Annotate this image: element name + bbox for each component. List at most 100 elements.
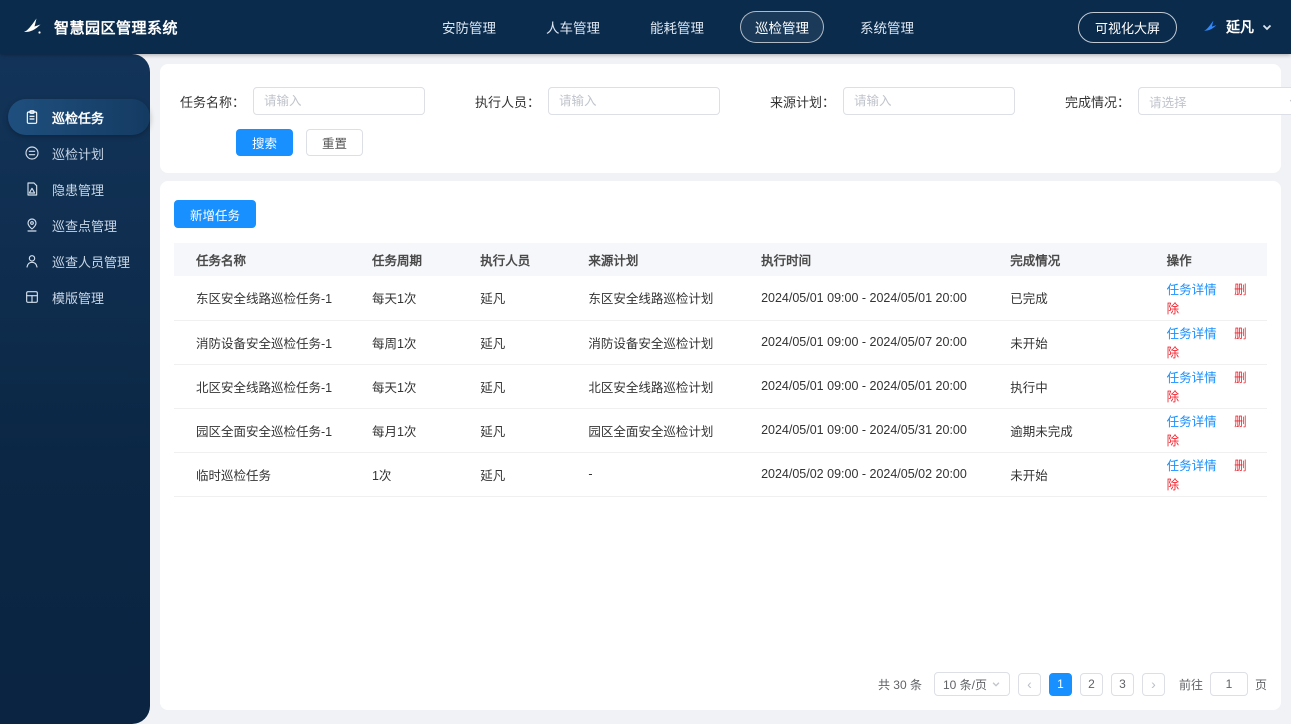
chevron-down-icon [992,682,1000,687]
page-size-value: 10 条/页 [942,677,987,692]
col-status: 完成情况 [1000,243,1157,276]
cell-actions: 任务详情 删除 [1156,452,1267,497]
sidebar-item-label: 巡检计划 [52,146,105,162]
cell-executor: 延凡 [470,364,579,409]
task-detail-link[interactable]: 任务详情 [1167,415,1217,429]
pagination-goto: 前往 页 [1179,672,1267,696]
user-avatar-icon [1204,20,1217,31]
nav-energy[interactable]: 能耗管理 [636,12,718,42]
cell-status: 已完成 [1000,276,1157,321]
page-size-select[interactable]: 10 条/页 [933,672,1010,696]
sidebar-item-inspection-plan[interactable]: 巡检计划 [8,135,150,171]
cell-source-plan: 东区安全线路巡检计划 [578,276,752,321]
main-content: 任务名称： 执行人员： 来源计划： 完成情况： 请选择 [150,54,1291,724]
topbar: 智慧园区管理系统 安防管理 人车管理 能耗管理 巡检管理 系统管理 可视化大屏 … [0,0,1291,54]
table-row: 东区安全线路巡检任务-1 每天1次 延凡 东区安全线路巡检计划 2024/05/… [174,276,1267,321]
task-detail-link[interactable]: 任务详情 [1167,459,1217,473]
brand-logo-icon [24,18,41,34]
topbar-right: 可视化大屏 延凡 [1077,0,1273,54]
personnel-icon [26,255,38,268]
sidebar-item-label: 巡查点管理 [52,218,118,234]
hazard-icon [27,182,38,196]
brand: 智慧园区管理系统 [20,15,178,39]
cell-source-plan: 消防设备安全巡检计划 [578,320,752,365]
table-row: 园区全面安全巡检任务-1 每月1次 延凡 园区全面安全巡检计划 2024/05/… [174,408,1267,453]
cell-status: 执行中 [1000,364,1157,409]
sidebar-item-hazard-management[interactable]: 隐患管理 [8,171,150,207]
task-name-label: 任务名称： [180,94,246,110]
sidebar-item-label: 模版管理 [52,290,105,306]
reset-button[interactable]: 重置 [306,129,364,156]
visual-screen-button[interactable]: 可视化大屏 [1077,11,1177,43]
app-title: 智慧园区管理系统 [54,19,179,37]
goto-unit-label: 页 [1254,677,1267,692]
page-button-3[interactable]: 3 [1110,672,1134,696]
cell-task-name: 临时巡检任务 [174,452,362,497]
cell-actions: 任务详情 删除 [1156,364,1267,409]
col-source-plan: 来源计划 [578,243,752,276]
cell-task-name: 东区安全线路巡检任务-1 [174,276,362,321]
completion-label: 完成情况： [1065,94,1131,110]
cell-task-cycle: 每周1次 [361,320,471,365]
filter-panel: 任务名称： 执行人员： 来源计划： 完成情况： 请选择 [160,64,1291,173]
task-detail-link[interactable]: 任务详情 [1167,283,1217,297]
nav-people-vehicle[interactable]: 人车管理 [532,12,614,42]
prev-page-button[interactable]: ‹ [1017,672,1041,696]
nav-security[interactable]: 安防管理 [428,12,510,42]
task-table-panel: 新增任务 任务名称 任务周期 执行人员 来源计划 执行时间 完成情况 操作 东区… [160,181,1281,710]
cell-actions: 任务详情 删除 [1156,276,1267,321]
cell-executor: 延凡 [470,276,579,321]
chevron-down-icon [1262,24,1272,31]
col-exec-time: 执行时间 [751,243,1001,276]
add-task-button[interactable]: 新增任务 [174,200,257,228]
task-detail-link[interactable]: 任务详情 [1167,371,1217,385]
user-menu[interactable]: 延凡 [1201,17,1273,37]
sidebar-item-inspection-personnel[interactable]: 巡查人员管理 [8,243,150,279]
sidebar: 巡检任务 巡检计划 隐患管理 巡查点管理 巡查人员管理 模版管理 [0,54,150,724]
cell-task-name: 园区全面安全巡检任务-1 [174,408,362,453]
nav-inspection[interactable]: 巡检管理 [740,11,824,43]
cell-status: 逾期未完成 [1000,408,1157,453]
cell-status: 未开始 [1000,320,1157,365]
cell-exec-time: 2024/05/01 09:00 - 2024/05/07 20:00 [751,320,1001,365]
task-detail-link[interactable]: 任务详情 [1167,327,1217,341]
cell-task-name: 北区安全线路巡检任务-1 [174,364,362,409]
page-button-2[interactable]: 2 [1079,672,1103,696]
cell-source-plan: 北区安全线路巡检计划 [578,364,752,409]
next-page-button[interactable]: › [1141,672,1165,696]
cell-executor: 延凡 [470,452,579,497]
task-name-input[interactable] [253,87,426,115]
col-task-cycle: 任务周期 [361,243,471,276]
goto-page-input[interactable] [1209,672,1248,696]
cell-task-cycle: 每天1次 [361,364,471,409]
sidebar-item-template-management[interactable]: 模版管理 [8,279,150,315]
sidebar-item-inspection-point[interactable]: 巡查点管理 [8,207,150,243]
cell-exec-time: 2024/05/02 09:00 - 2024/05/02 20:00 [751,452,1001,497]
goto-label: 前往 [1178,677,1203,692]
search-button[interactable]: 搜索 [236,129,294,156]
cell-executor: 延凡 [470,408,579,453]
sidebar-item-label: 巡检任务 [52,110,105,126]
clipboard-icon [26,110,38,124]
filter-completion: 完成情况： 请选择 [1065,87,1291,115]
table-header-row: 任务名称 任务周期 执行人员 来源计划 执行时间 完成情况 操作 [174,243,1267,276]
col-task-name: 任务名称 [174,243,362,276]
sidebar-item-inspection-task[interactable]: 巡检任务 [8,99,150,135]
completion-select[interactable]: 请选择 [1138,87,1291,115]
col-actions: 操作 [1156,243,1267,276]
cell-actions: 任务详情 删除 [1156,408,1267,453]
executor-input[interactable] [548,87,721,115]
cell-exec-time: 2024/05/01 09:00 - 2024/05/01 20:00 [751,364,1001,409]
source-plan-input[interactable] [843,87,1016,115]
cell-task-cycle: 每天1次 [361,276,471,321]
filter-task-name: 任务名称： [180,87,426,115]
template-icon [26,291,38,303]
cell-task-name: 消防设备安全巡检任务-1 [174,320,362,365]
nav-system[interactable]: 系统管理 [846,12,928,42]
top-nav: 安防管理 人车管理 能耗管理 巡检管理 系统管理 [428,0,928,54]
executor-label: 执行人员： [475,94,541,110]
cell-source-plan: - [578,452,752,497]
page-button-1[interactable]: 1 [1048,672,1072,696]
sidebar-item-label: 巡查人员管理 [52,254,131,270]
cell-exec-time: 2024/05/01 09:00 - 2024/05/31 20:00 [751,408,1001,453]
